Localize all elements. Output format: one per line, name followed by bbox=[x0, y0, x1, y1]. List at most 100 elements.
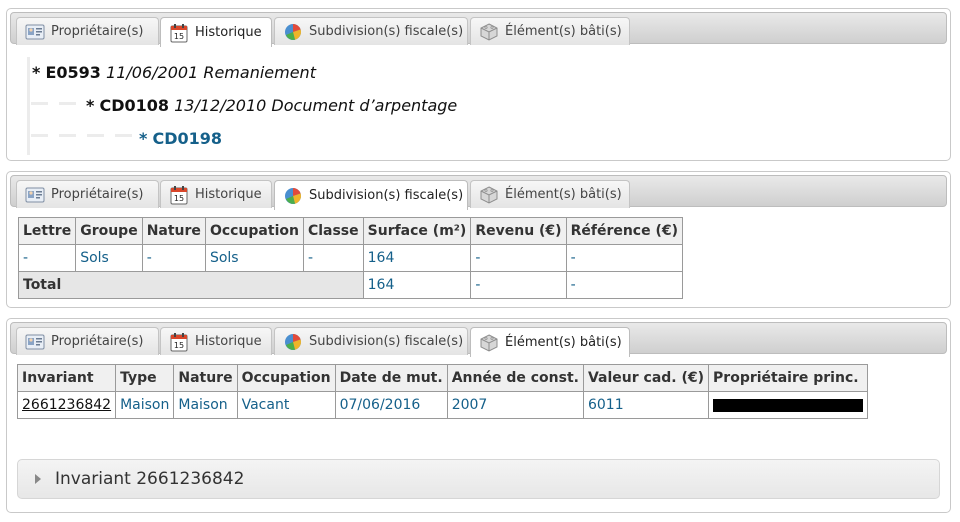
history-meta: 11/06/2001 Remaniement bbox=[106, 63, 316, 82]
tab-proprietaires[interactable]: Propriétaire(s) bbox=[16, 180, 159, 208]
tab-label: Subdivision(s) fiscale(s) bbox=[309, 188, 464, 203]
tab-label: Subdivision(s) fiscale(s) bbox=[309, 334, 464, 349]
table-cell: Maison bbox=[173, 391, 238, 419]
tab-subdivisions[interactable]: Subdivision(s) fiscale(s) bbox=[274, 17, 468, 45]
col-header[interactable]: Nature bbox=[141, 217, 206, 245]
history-bullet: * bbox=[32, 63, 41, 82]
col-header[interactable]: Classe bbox=[302, 217, 364, 245]
history-code-link[interactable]: CD0198 bbox=[152, 129, 222, 148]
tab-proprietaires[interactable]: Propriétaire(s) bbox=[16, 327, 159, 355]
tab-label: Propriétaire(s) bbox=[51, 187, 144, 202]
tab-elements-batis[interactable]: Élément(s) bâti(s) bbox=[470, 327, 630, 357]
subdivisions-panel: Propriétaire(s) Historique Subdivision(s… bbox=[6, 171, 951, 308]
history-entry: * CD0108 13/12/2010 Document d’arpentage bbox=[86, 96, 457, 115]
table-cell: - bbox=[302, 244, 364, 272]
history-panel: Propriétaire(s) Historique Subdivision(s… bbox=[6, 8, 951, 161]
table-row: 2661236842 Maison Maison Vacant 07/06/20… bbox=[16, 391, 869, 419]
col-header[interactable]: Propriétaire princ. bbox=[708, 364, 869, 392]
col-header[interactable]: Référence (€) bbox=[565, 217, 684, 245]
table-cell: 164 bbox=[362, 244, 472, 272]
col-header[interactable]: Date de mut. bbox=[334, 364, 448, 392]
table-cell: - bbox=[470, 244, 567, 272]
pie-chart-icon bbox=[283, 186, 303, 206]
tree-line bbox=[27, 57, 30, 155]
total-reference: - bbox=[565, 271, 684, 299]
tree-connector bbox=[31, 134, 139, 137]
owner-card-icon bbox=[25, 185, 45, 205]
tab-bar: Propriétaire(s) Historique Subdivision(s… bbox=[10, 175, 947, 210]
tab-label: Historique bbox=[195, 25, 262, 40]
col-header[interactable]: Invariant bbox=[16, 364, 117, 392]
calendar-icon bbox=[169, 185, 189, 205]
table-cell: 07/06/2016 bbox=[334, 391, 448, 419]
col-header[interactable]: Surface (m²) bbox=[362, 217, 472, 245]
col-header[interactable]: Occupation bbox=[236, 364, 336, 392]
table-cell: Vacant bbox=[236, 391, 336, 419]
col-header[interactable]: Nature bbox=[173, 364, 238, 392]
tab-subdivisions[interactable]: Subdivision(s) fiscale(s) bbox=[274, 180, 468, 210]
tab-label: Propriétaire(s) bbox=[51, 334, 144, 349]
history-entry-current[interactable]: * CD0198 bbox=[139, 129, 222, 148]
col-header[interactable]: Type bbox=[115, 364, 175, 392]
tree-connector bbox=[31, 102, 85, 105]
total-label: Total bbox=[18, 271, 364, 299]
col-header[interactable]: Lettre bbox=[17, 217, 77, 245]
history-meta: 13/12/2010 Document d’arpentage bbox=[174, 96, 458, 115]
total-surface: 164 bbox=[362, 271, 472, 299]
col-header[interactable]: Année de const. bbox=[446, 364, 584, 392]
tab-subdivisions[interactable]: Subdivision(s) fiscale(s) bbox=[274, 327, 468, 355]
table-cell: - bbox=[565, 244, 684, 272]
building-blocks-icon bbox=[479, 22, 499, 42]
accordion-label: Invariant 2661236842 bbox=[55, 469, 245, 489]
redaction-bar bbox=[713, 398, 864, 412]
tab-historique[interactable]: Historique bbox=[160, 180, 272, 208]
col-header[interactable]: Revenu (€) bbox=[470, 217, 567, 245]
history-bullet: * bbox=[139, 129, 148, 148]
table-cell: - bbox=[17, 244, 77, 272]
col-header[interactable]: Occupation bbox=[204, 217, 304, 245]
pie-chart-icon bbox=[283, 22, 303, 42]
building-blocks-icon bbox=[479, 333, 499, 353]
tab-label: Subdivision(s) fiscale(s) bbox=[309, 24, 464, 39]
batis-panel: Propriétaire(s) Historique Subdivision(s… bbox=[6, 318, 951, 513]
tab-label: Historique bbox=[195, 187, 262, 202]
table-header-row: Lettre Groupe Nature Occupation Classe S… bbox=[17, 217, 684, 245]
table-cell: Sols bbox=[204, 244, 304, 272]
owner-card-icon bbox=[25, 22, 45, 42]
calendar-icon bbox=[169, 23, 189, 43]
tab-elements-batis[interactable]: Élément(s) bâti(s) bbox=[470, 180, 630, 208]
building-blocks-icon bbox=[479, 185, 499, 205]
total-revenu: - bbox=[470, 271, 567, 299]
table-row: - Sols - Sols - 164 - - bbox=[17, 244, 684, 272]
caret-right-icon bbox=[35, 474, 41, 484]
tab-label: Élément(s) bâti(s) bbox=[505, 24, 622, 39]
history-entry: * E0593 11/06/2001 Remaniement bbox=[32, 63, 316, 82]
tab-bar: Propriétaire(s) Historique Subdivision(s… bbox=[10, 322, 947, 357]
table-header-row: Invariant Type Nature Occupation Date de… bbox=[16, 364, 869, 392]
invariant-link[interactable]: 2661236842 bbox=[16, 391, 117, 419]
col-header[interactable]: Valeur cad. (€) bbox=[582, 364, 710, 392]
tab-historique[interactable]: Historique bbox=[160, 327, 272, 355]
tab-bar: Propriétaire(s) Historique Subdivision(s… bbox=[10, 12, 947, 47]
owner-cell-redacted bbox=[708, 391, 869, 419]
batis-table: Invariant Type Nature Occupation Date de… bbox=[16, 364, 869, 419]
table-cell: Sols bbox=[75, 244, 143, 272]
history-code: CD0108 bbox=[99, 96, 170, 115]
subdivisions-table: Lettre Groupe Nature Occupation Classe S… bbox=[17, 217, 684, 299]
invariant-accordion[interactable]: Invariant 2661236842 bbox=[17, 459, 940, 499]
tab-label: Propriétaire(s) bbox=[51, 24, 144, 39]
history-code: E0593 bbox=[45, 63, 101, 82]
calendar-icon bbox=[169, 332, 189, 352]
tab-proprietaires[interactable]: Propriétaire(s) bbox=[16, 17, 159, 45]
table-cell: 2007 bbox=[446, 391, 584, 419]
history-bullet: * bbox=[86, 96, 95, 115]
table-cell: - bbox=[141, 244, 206, 272]
tab-historique[interactable]: Historique bbox=[160, 17, 272, 47]
col-header[interactable]: Groupe bbox=[75, 217, 143, 245]
table-cell: 6011 bbox=[582, 391, 710, 419]
owner-card-icon bbox=[25, 332, 45, 352]
pie-chart-icon bbox=[283, 332, 303, 352]
table-total-row: Total 164 - - bbox=[18, 271, 684, 299]
tab-elements-batis[interactable]: Élément(s) bâti(s) bbox=[470, 17, 630, 45]
tab-label: Élément(s) bâti(s) bbox=[505, 335, 622, 350]
